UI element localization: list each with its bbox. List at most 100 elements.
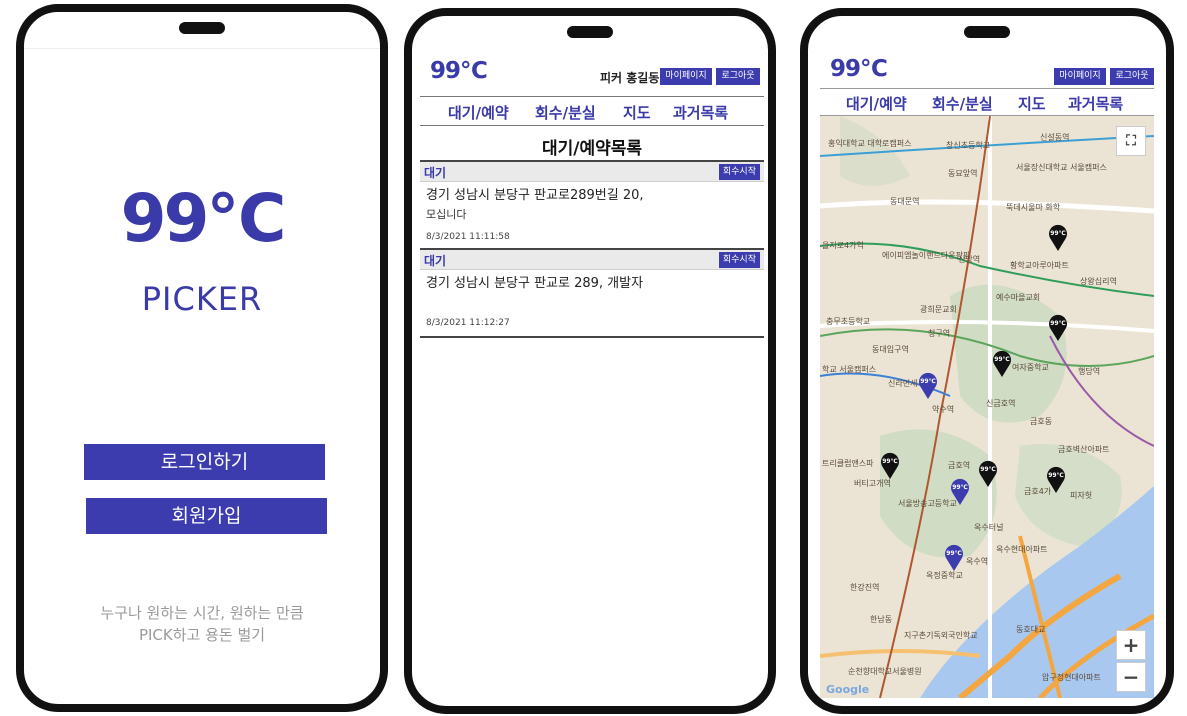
map-label: 여자중학교	[1012, 363, 1049, 372]
logout-button[interactable]: 로그아웃	[1110, 68, 1154, 85]
map-label: 뚝데시울마 화학	[1006, 203, 1061, 212]
signup-button[interactable]: 회원가입	[86, 498, 327, 534]
card-timestamp: 8/3/2021 11:11:58	[426, 232, 510, 242]
brand-logo[interactable]: 99℃	[430, 58, 488, 84]
map-label: 동대문역	[890, 197, 920, 206]
map-pin[interactable]: 99℃	[944, 544, 964, 572]
map-label: 금호역	[948, 461, 971, 470]
map-pin[interactable]: 99℃	[978, 460, 998, 488]
map-pin[interactable]: 99℃	[918, 372, 938, 400]
phone-notch	[567, 26, 613, 38]
tab-waiting-reservation[interactable]: 대기/예약	[448, 102, 509, 123]
map-label: 금호벽산아파트	[1058, 445, 1110, 454]
map-label: 옥수현대아파트	[996, 545, 1048, 554]
start-collect-button[interactable]: 회수시작	[718, 252, 760, 268]
zoom-in-button[interactable]: +	[1116, 630, 1146, 660]
phone-notch	[179, 22, 225, 34]
mypage-button[interactable]: 마이페이지	[1054, 68, 1106, 85]
map-label: 상왕십리역	[1080, 277, 1117, 286]
list-item: 대기 회수시작 경기 성남시 분당구 판교로289번길 20, 모십니다 8/3…	[420, 160, 764, 246]
app-header: 99℃ 마이페이지 로그아웃	[820, 52, 1160, 86]
map-label: 서울장신대학교 서울캠퍼스	[1016, 163, 1107, 172]
map-pin[interactable]: 99℃	[1048, 224, 1068, 252]
map-pin-label: 99℃	[952, 484, 968, 491]
map-label: 학교 서울캠퍼스	[822, 365, 877, 374]
map-label: 옥수터널	[974, 523, 1004, 532]
map-label: 약수역	[932, 405, 955, 414]
map-view[interactable]: 홍익대학교 대학로캠퍼스 창신초등학교 신설동역 동묘앞역 서울장신대학교 서울…	[820, 116, 1154, 698]
map-label: 신금호역	[986, 399, 1016, 408]
tagline: 누구나 원하는 시간, 원하는 만큼 PICK하고 용돈 벌기	[24, 602, 380, 646]
page-title: 대기/예약목록	[541, 139, 643, 159]
map-pin[interactable]: 99℃	[950, 478, 970, 506]
tagline-line-1: 누구나 원하는 시간, 원하는 만큼	[100, 604, 304, 622]
map-label: 예수마을교회	[996, 293, 1041, 302]
app-logo: 99℃	[120, 180, 287, 257]
zoom-out-button[interactable]: −	[1116, 662, 1146, 692]
map-label: 창신초등학교	[946, 141, 991, 150]
card-timestamp: 8/3/2021 11:12:27	[426, 318, 510, 328]
phone-map-screen: 99℃ 마이페이지 로그아웃 대기/예약 회수/분실 지도 과거목록 홍익대학교…	[800, 8, 1174, 714]
main-nav: 대기/예약 회수/분실 지도 과거목록	[420, 96, 764, 126]
map-label: 신설동역	[1040, 133, 1070, 142]
map-pin-label: 99℃	[920, 378, 936, 385]
map-pin-label: 99℃	[1050, 230, 1066, 237]
tagline-line-2: PICK하고 용돈 벌기	[138, 626, 266, 644]
map-label: 신당역	[958, 255, 981, 264]
tab-map[interactable]: 지도	[1018, 93, 1046, 114]
list-bottom-divider	[420, 336, 764, 338]
status-badge: 대기	[424, 166, 447, 180]
card-header: 대기 회수시작	[420, 250, 764, 270]
app-header: 99℃ 피커 홍길동 마이페이지 로그아웃	[420, 54, 764, 88]
map-label: 옥수역	[966, 557, 989, 566]
map-label: 동대입구역	[872, 345, 909, 354]
card-note: 모십니다	[426, 208, 467, 221]
map-label: 광희문교회	[920, 305, 957, 314]
phone-list-screen: 99℃ 피커 홍길동 마이페이지 로그아웃 대기/예약 회수/분실 지도 과거목…	[404, 8, 776, 714]
tab-collect-lost[interactable]: 회수/분실	[932, 93, 993, 114]
app-subtitle: PICKER	[141, 280, 263, 318]
map-pin-label: 99℃	[1050, 320, 1066, 327]
map-label: 지구촌기독외국인학교	[904, 631, 978, 640]
tab-waiting-reservation[interactable]: 대기/예약	[846, 93, 907, 114]
card-address: 경기 성남시 분당구 판교로289번길 20,	[426, 188, 644, 203]
main-nav: 대기/예약 회수/분실 지도 과거목록	[820, 88, 1154, 116]
mypage-button[interactable]: 마이페이지	[660, 68, 712, 85]
map-label: 을지로4가역	[822, 241, 864, 250]
card-address: 경기 성남시 분당구 판교로 289, 개발자	[426, 276, 644, 291]
map-label: 한남동	[870, 615, 893, 624]
map-label: 신라면세	[888, 379, 918, 388]
user-name: 피커 홍길동	[600, 71, 660, 85]
map-label: 한강진역	[850, 583, 880, 592]
tab-history[interactable]: 과거목록	[673, 102, 728, 123]
phone-notch	[964, 26, 1010, 38]
card-header: 대기 회수시작	[420, 162, 764, 182]
map-pin-label: 99℃	[1048, 472, 1064, 479]
map-label: 트리클럽앤스파	[822, 459, 874, 468]
map-label: 압구정현대아파트	[1042, 673, 1101, 682]
list-item: 대기 회수시작 경기 성남시 분당구 판교로 289, 개발자 8/3/2021…	[420, 248, 764, 336]
map-pin-label: 99℃	[994, 356, 1010, 363]
map-pin[interactable]: 99℃	[880, 452, 900, 480]
login-button[interactable]: 로그인하기	[84, 444, 325, 480]
map-pin[interactable]: 99℃	[992, 350, 1012, 378]
tab-map[interactable]: 지도	[623, 102, 651, 123]
map-label: 피자헛	[1070, 491, 1093, 500]
map-pin[interactable]: 99℃	[1048, 314, 1068, 342]
fullscreen-icon[interactable]: ⛶	[1116, 126, 1146, 156]
start-collect-button[interactable]: 회수시작	[718, 164, 760, 180]
logout-button[interactable]: 로그아웃	[716, 68, 760, 85]
map-label: 청구역	[928, 329, 951, 338]
tab-history[interactable]: 과거목록	[1068, 93, 1123, 114]
map-label: 홍익대학교 대학로캠퍼스	[828, 139, 912, 148]
brand-logo[interactable]: 99℃	[830, 56, 888, 82]
status-badge: 대기	[424, 254, 447, 268]
map-label: 행당역	[1078, 367, 1101, 376]
map-pin[interactable]: 99℃	[1046, 466, 1066, 494]
map-label: 황학교아루아파트	[1010, 261, 1069, 270]
map-label: 충무초등학교	[826, 317, 871, 326]
google-logo: Google	[826, 683, 870, 696]
status-divider	[24, 48, 380, 49]
map-label: 동묘앞역	[948, 169, 978, 178]
tab-collect-lost[interactable]: 회수/분실	[535, 102, 596, 123]
